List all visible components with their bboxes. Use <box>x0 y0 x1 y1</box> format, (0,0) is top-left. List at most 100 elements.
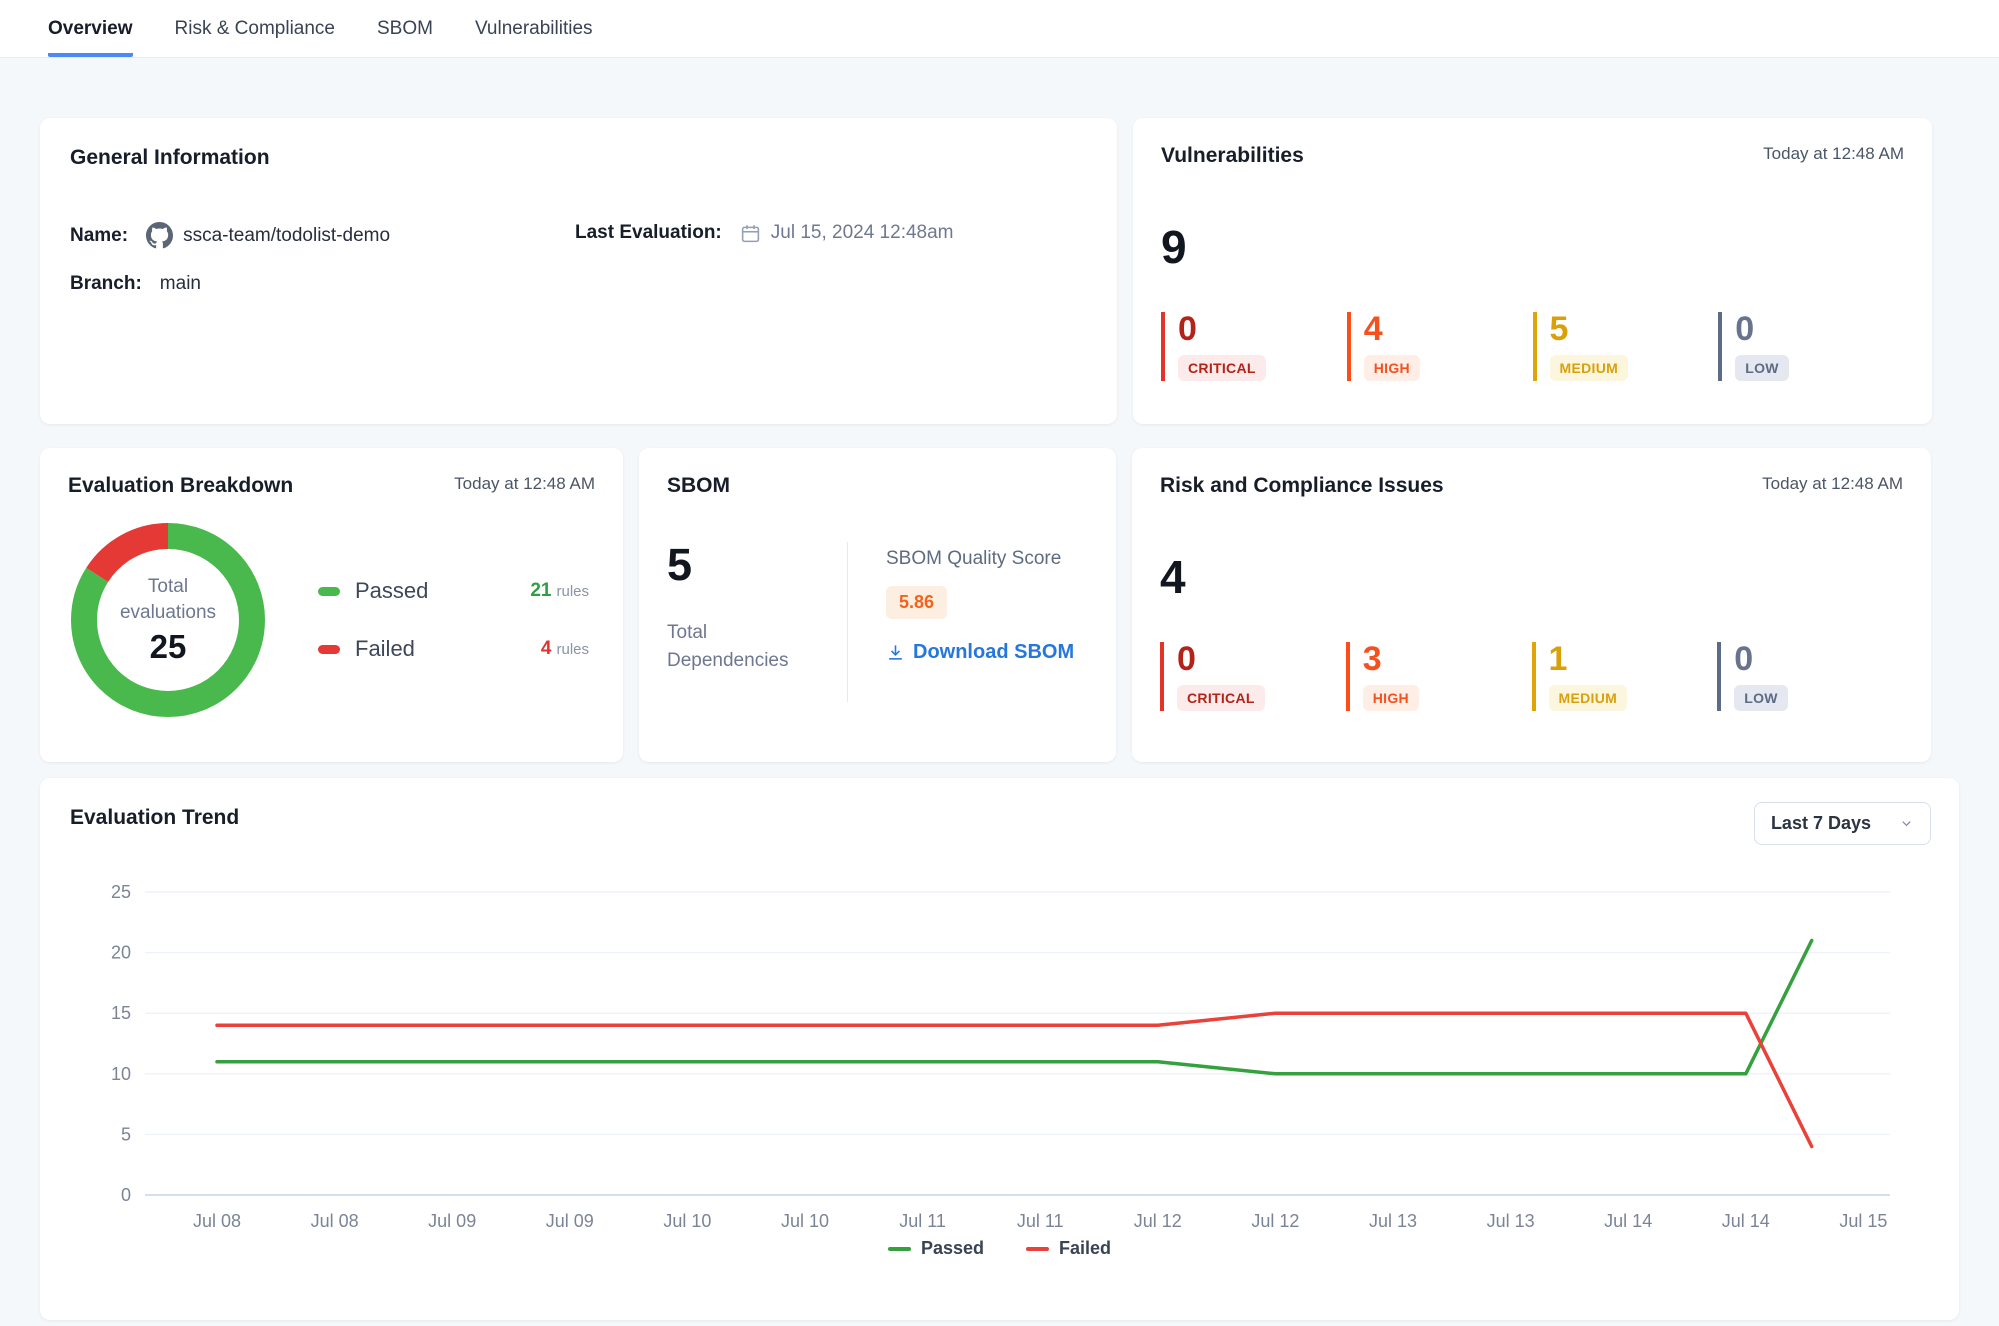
donut-center-label-1: Total <box>120 574 216 600</box>
download-sbom-link[interactable]: Download SBOM <box>886 641 1074 664</box>
general-information-title: General Information <box>70 146 1087 170</box>
sbom-quality-score-value: 5.86 <box>886 586 947 619</box>
total-dependencies-label-1: Total <box>667 619 847 647</box>
risk-severity-low: 0 LOW <box>1717 642 1903 711</box>
chevron-down-icon <box>1899 816 1914 831</box>
risk-high-badge: HIGH <box>1363 685 1419 711</box>
passed-label: Passed <box>355 578 530 604</box>
risk-compliance-card: Risk and Compliance Issues Today at 12:4… <box>1132 448 1931 762</box>
trend-passed-label: Passed <box>921 1238 984 1259</box>
risk-high-count: 3 <box>1363 642 1532 676</box>
calendar-icon <box>740 223 761 244</box>
last-evaluation-label: Last Evaluation: <box>575 222 722 244</box>
risk-severity-high: 3 HIGH <box>1346 642 1532 711</box>
severity-high: 4 HIGH <box>1347 312 1533 381</box>
svg-text:0: 0 <box>121 1185 131 1205</box>
vulnerabilities-title: Vulnerabilities <box>1161 144 1304 168</box>
severity-medium: 5 MEDIUM <box>1533 312 1719 381</box>
svg-text:25: 25 <box>111 882 131 902</box>
sbom-title: SBOM <box>667 474 1088 498</box>
name-label: Name: <box>70 225 128 247</box>
high-badge: HIGH <box>1364 355 1420 381</box>
donut-total-value: 25 <box>150 628 187 666</box>
svg-text:Jul 08: Jul 08 <box>193 1211 241 1231</box>
vertical-divider <box>847 542 848 702</box>
svg-text:10: 10 <box>111 1064 131 1084</box>
legend-row-failed: Failed 4rules <box>318 636 589 662</box>
evaluation-breakdown-card: Evaluation Breakdown Today at 12:48 AM T… <box>40 448 623 762</box>
risk-critical-count: 0 <box>1177 642 1346 676</box>
branch-value: main <box>160 273 201 295</box>
risk-low-badge: LOW <box>1734 685 1788 711</box>
date-range-value: Last 7 Days <box>1771 813 1871 834</box>
evaluations-donut-chart: Total evaluations 25 <box>68 520 268 720</box>
svg-text:Jul 11: Jul 11 <box>1017 1211 1064 1231</box>
donut-center-label-2: evaluations <box>120 600 216 626</box>
risk-severity-critical: 0 CRITICAL <box>1160 642 1346 711</box>
passed-line-swatch <box>888 1247 911 1251</box>
svg-text:Jul 09: Jul 09 <box>428 1211 476 1231</box>
risk-compliance-timestamp: Today at 12:48 AM <box>1762 474 1903 494</box>
critical-count: 0 <box>1178 312 1347 346</box>
svg-text:5: 5 <box>121 1124 131 1144</box>
medium-count: 5 <box>1550 312 1719 346</box>
svg-text:15: 15 <box>111 1003 131 1023</box>
failed-count: 4 <box>541 638 552 659</box>
dashboard-content: General Information Name: ssca-team/todo… <box>0 58 1999 1320</box>
svg-text:20: 20 <box>111 943 131 963</box>
svg-text:Jul 13: Jul 13 <box>1487 1211 1535 1231</box>
failed-unit: rules <box>556 641 589 658</box>
sbom-card: SBOM 5 Total Dependencies SBOM Quality S… <box>639 448 1116 762</box>
risk-critical-badge: CRITICAL <box>1177 685 1265 711</box>
download-icon <box>886 643 905 662</box>
evaluation-breakdown-timestamp: Today at 12:48 AM <box>454 474 595 494</box>
repo-name-value: ssca-team/todolist-demo <box>183 225 390 247</box>
passed-count: 21 <box>530 580 551 601</box>
tab-bar: Overview Risk & Compliance SBOM Vulnerab… <box>0 0 1999 58</box>
svg-text:Jul 12: Jul 12 <box>1134 1211 1182 1231</box>
risk-compliance-total: 4 <box>1160 554 1903 600</box>
svg-text:Jul 10: Jul 10 <box>663 1211 711 1231</box>
total-dependencies-value: 5 <box>667 542 847 587</box>
low-count: 0 <box>1735 312 1904 346</box>
risk-compliance-title: Risk and Compliance Issues <box>1160 474 1444 498</box>
branch-row: Branch: main <box>70 273 575 295</box>
github-icon <box>146 222 173 249</box>
vulnerabilities-timestamp: Today at 12:48 AM <box>1763 144 1904 164</box>
passed-swatch <box>318 587 340 596</box>
date-range-dropdown[interactable]: Last 7 Days <box>1754 802 1931 845</box>
last-evaluation-value: Jul 15, 2024 12:48am <box>771 222 954 244</box>
svg-text:Jul 09: Jul 09 <box>546 1211 594 1231</box>
evaluation-legend: Passed 21rules Failed 4rules <box>318 578 595 662</box>
svg-text:Jul 10: Jul 10 <box>781 1211 829 1231</box>
tab-overview[interactable]: Overview <box>48 0 133 57</box>
vulnerabilities-severity-row: 0 CRITICAL 4 HIGH 5 MEDIUM 0 LOW <box>1161 312 1904 381</box>
vulnerabilities-card: Vulnerabilities Today at 12:48 AM 9 0 CR… <box>1133 118 1932 424</box>
risk-medium-badge: MEDIUM <box>1549 685 1628 711</box>
repo-name-row: Name: ssca-team/todolist-demo <box>70 222 575 249</box>
failed-line-swatch <box>1026 1247 1049 1251</box>
tab-risk-compliance[interactable]: Risk & Compliance <box>175 0 336 57</box>
legend-row-passed: Passed 21rules <box>318 578 589 604</box>
branch-label: Branch: <box>70 273 142 295</box>
failed-swatch <box>318 645 340 654</box>
low-badge: LOW <box>1735 355 1789 381</box>
medium-badge: MEDIUM <box>1550 355 1629 381</box>
total-dependencies-label-2: Dependencies <box>667 647 847 675</box>
svg-text:Jul 08: Jul 08 <box>311 1211 359 1231</box>
general-information-card: General Information Name: ssca-team/todo… <box>40 118 1117 424</box>
failed-label: Failed <box>355 636 541 662</box>
vulnerabilities-total: 9 <box>1161 224 1904 270</box>
svg-text:Jul 14: Jul 14 <box>1722 1211 1770 1231</box>
evaluation-breakdown-title: Evaluation Breakdown <box>68 474 293 498</box>
svg-text:Jul 13: Jul 13 <box>1369 1211 1417 1231</box>
trend-legend-passed: Passed <box>888 1238 984 1259</box>
risk-severity-row: 0 CRITICAL 3 HIGH 1 MEDIUM 0 LOW <box>1160 642 1903 711</box>
evaluation-trend-title: Evaluation Trend <box>70 806 1929 830</box>
svg-text:Jul 12: Jul 12 <box>1251 1211 1299 1231</box>
last-evaluation-row: Last Evaluation: Jul 15, 2024 12:48am <box>575 222 1087 244</box>
tab-sbom[interactable]: SBOM <box>377 0 433 57</box>
trend-legend: Passed Failed <box>70 1238 1929 1259</box>
tab-vulnerabilities[interactable]: Vulnerabilities <box>475 0 593 57</box>
severity-low: 0 LOW <box>1718 312 1904 381</box>
